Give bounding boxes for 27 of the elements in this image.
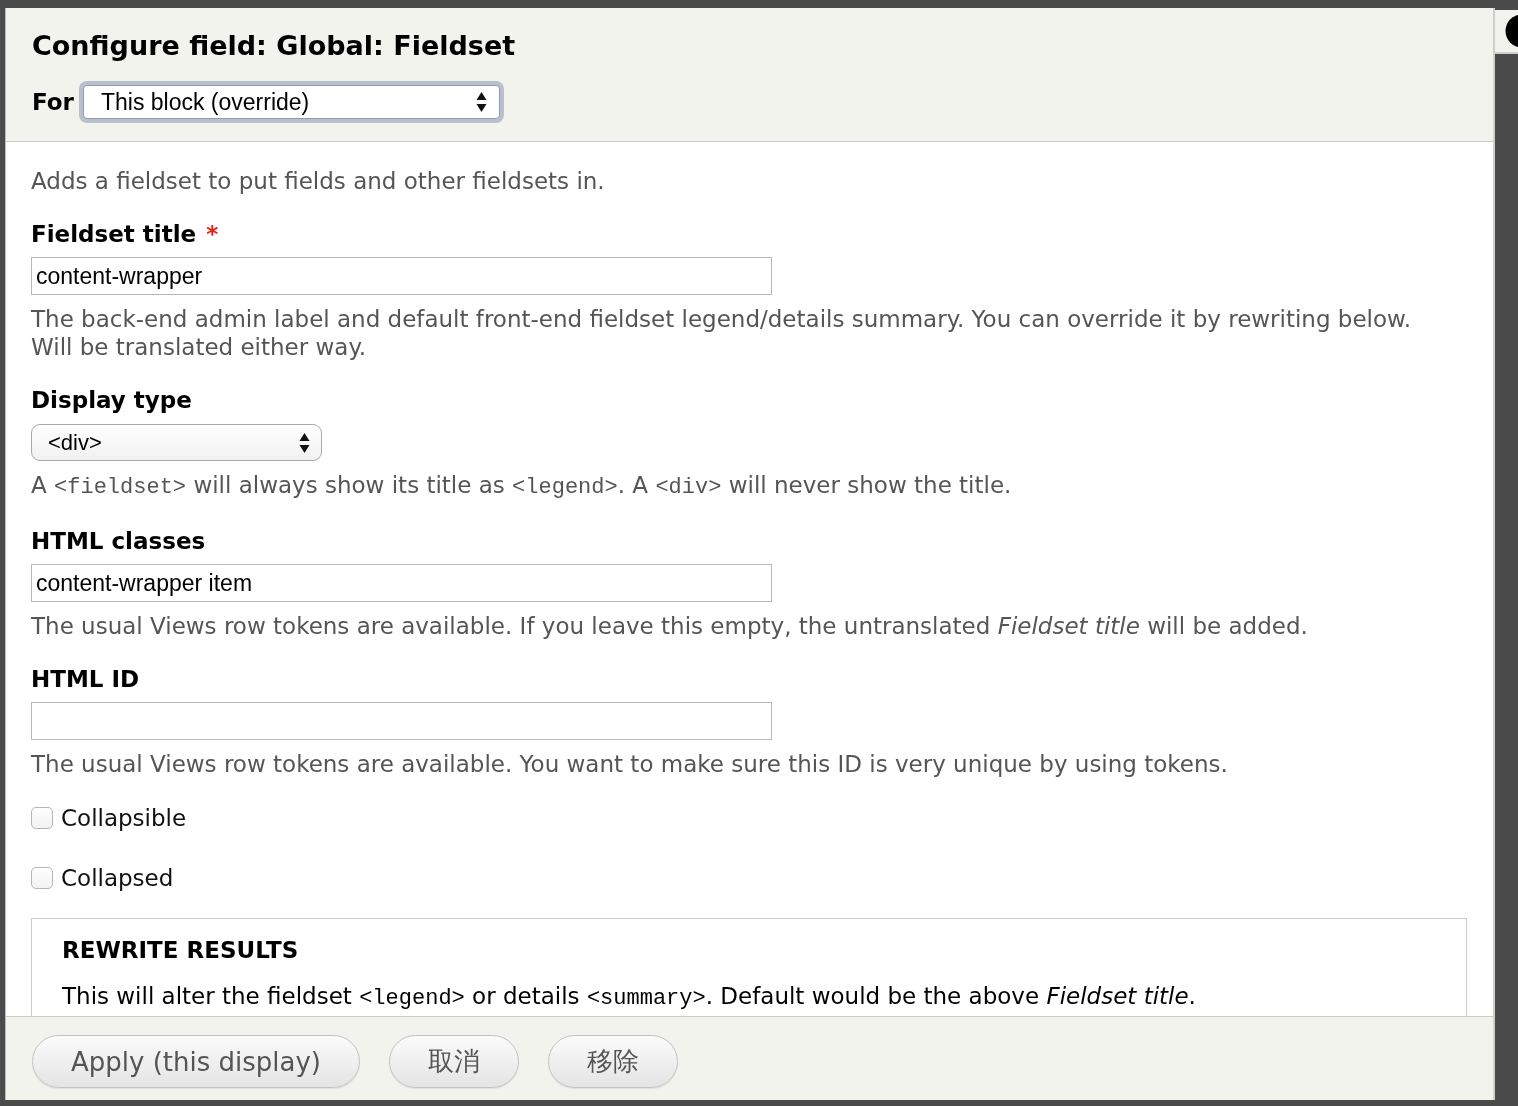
text-field[interactable]: content-wrapper — [31, 257, 772, 295]
required-marker: * — [206, 220, 219, 248]
checkbox-label: Collapsible — [61, 804, 187, 832]
field-label: Display type — [31, 386, 192, 414]
for-label: For — [32, 88, 74, 116]
checkbox-label: Collapsed — [61, 864, 174, 892]
section-description: This will alter the fieldset <legend> or details <summary>. Default would be the above Fieldset title. — [62, 982, 1197, 1013]
dropdown-select[interactable]: <div> — [31, 424, 322, 461]
section-heading: REWRITE RESULTS — [62, 936, 300, 964]
checkbox[interactable] — [31, 807, 53, 829]
field-label: HTML ID — [31, 665, 140, 693]
field-label: HTML classes — [31, 527, 206, 555]
help-text: The back-end admin label and default front-end fieldset legend/details summary. You can override it by rewriting below. Will be translated either way. — [31, 305, 1413, 361]
remove-button[interactable]: 移除 — [548, 1035, 678, 1088]
help-text: The usual Views row tokens are available. You want to make sure this ID is very unique by using tokens. — [31, 750, 1229, 778]
up-down-arrows-icon — [299, 431, 310, 454]
text-field[interactable]: content-wrapper item — [31, 564, 772, 602]
help-text: The usual Views row tokens are available. If you leave this empty, the untranslated Fieldset title will be added. — [31, 612, 1309, 640]
up-down-arrows-icon — [475, 91, 487, 113]
field-label: Fieldset title — [31, 220, 197, 248]
dialog-title: Configure field: Global: Fieldset — [32, 29, 517, 63]
description-text: Adds a fieldset to put fields and other fieldsets in. — [31, 167, 606, 195]
help-text: A <fieldset> will always show its title as <legend>. A <div> will never show the title. — [31, 471, 1013, 502]
cancel-button[interactable]: 取消 — [389, 1035, 519, 1088]
checkbox[interactable] — [31, 867, 53, 889]
apply-button[interactable]: Apply (this display) — [32, 1035, 360, 1088]
text-field[interactable] — [31, 702, 772, 740]
